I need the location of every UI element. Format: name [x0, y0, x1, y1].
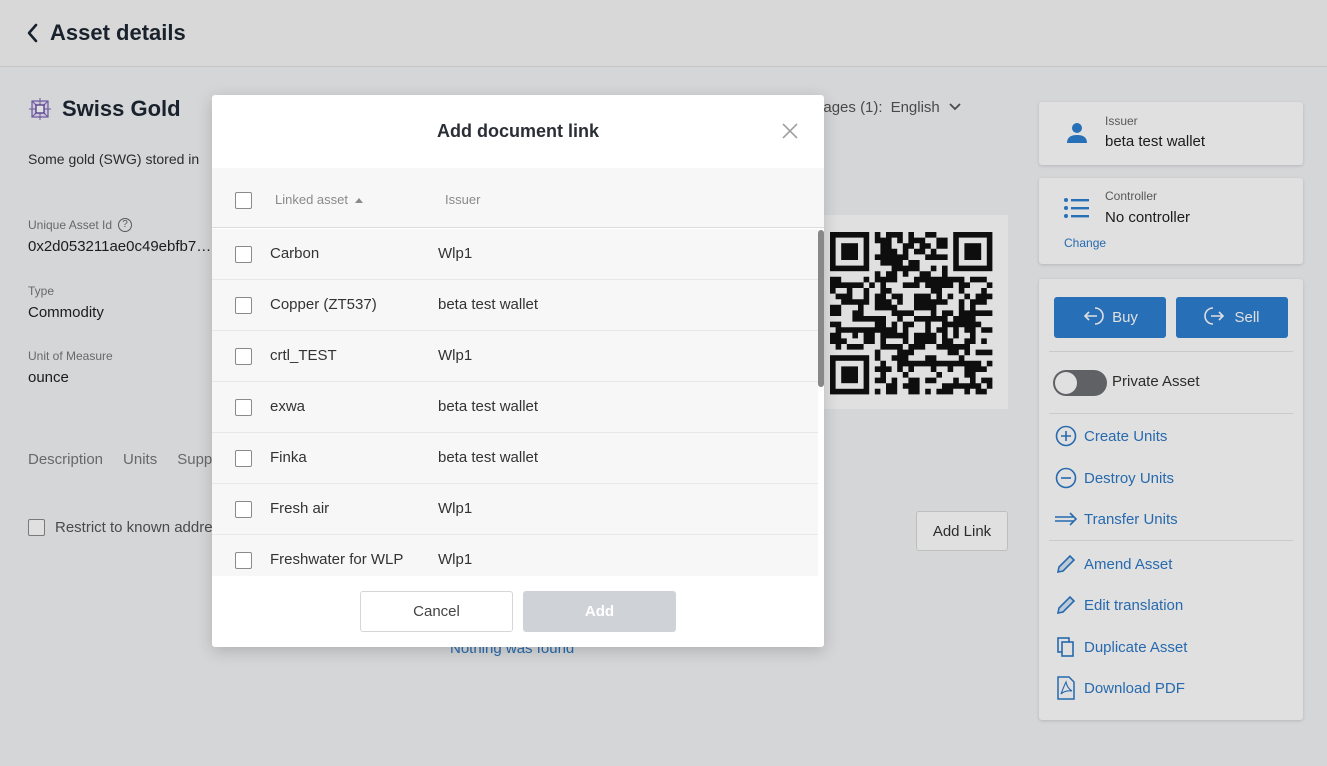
row-asset: Finka: [270, 449, 307, 466]
list-scrollbar[interactable]: [818, 230, 824, 387]
cancel-button[interactable]: Cancel: [360, 591, 513, 632]
row-checkbox[interactable]: [235, 552, 252, 569]
row-checkbox[interactable]: [235, 348, 252, 365]
row-asset: Carbon: [270, 245, 320, 262]
table-row[interactable]: Carbon Wlp1: [212, 229, 818, 280]
col-linked-asset[interactable]: Linked asset: [275, 192, 364, 207]
row-issuer: Wlp1: [438, 500, 473, 517]
table-row[interactable]: Freshwater for WLP Wlp1: [212, 535, 818, 576]
sort-asc-icon: [354, 192, 364, 207]
close-icon[interactable]: [780, 121, 800, 141]
row-issuer: beta test wallet: [438, 398, 539, 415]
table-row[interactable]: exwa beta test wallet: [212, 382, 818, 433]
table-row[interactable]: crtl_TEST Wlp1: [212, 331, 818, 382]
modal-title: Add document link: [437, 121, 599, 141]
row-issuer: beta test wallet: [438, 296, 539, 313]
table-row[interactable]: Finka beta test wallet: [212, 433, 818, 484]
row-asset: crtl_TEST: [270, 347, 337, 364]
row-checkbox[interactable]: [235, 399, 252, 416]
row-issuer: Wlp1: [438, 245, 473, 262]
row-issuer: beta test wallet: [438, 449, 539, 466]
row-asset: Freshwater for WLP: [270, 551, 404, 568]
col-issuer[interactable]: Issuer: [445, 192, 480, 207]
row-checkbox[interactable]: [235, 450, 252, 467]
col-linked-asset-label: Linked asset: [275, 192, 348, 207]
row-asset: exwa: [270, 398, 306, 415]
add-document-link-modal: Add document link Linked asset Issuer Ca…: [212, 95, 824, 647]
row-asset: Fresh air: [270, 500, 330, 517]
select-all-checkbox[interactable]: [235, 192, 252, 209]
table-row[interactable]: Fresh air Wlp1: [212, 484, 818, 535]
row-checkbox[interactable]: [235, 297, 252, 314]
row-issuer: Wlp1: [438, 347, 473, 364]
asset-list: Carbon Wlp1 Copper (ZT537) beta test wal…: [212, 229, 824, 576]
add-button[interactable]: Add: [523, 591, 676, 632]
row-issuer: Wlp1: [438, 551, 473, 568]
row-asset: Copper (ZT537): [270, 296, 377, 313]
row-checkbox[interactable]: [235, 246, 252, 263]
table-header: Linked asset Issuer: [212, 168, 824, 228]
table-row[interactable]: Copper (ZT537) beta test wallet: [212, 280, 818, 331]
row-checkbox[interactable]: [235, 501, 252, 518]
